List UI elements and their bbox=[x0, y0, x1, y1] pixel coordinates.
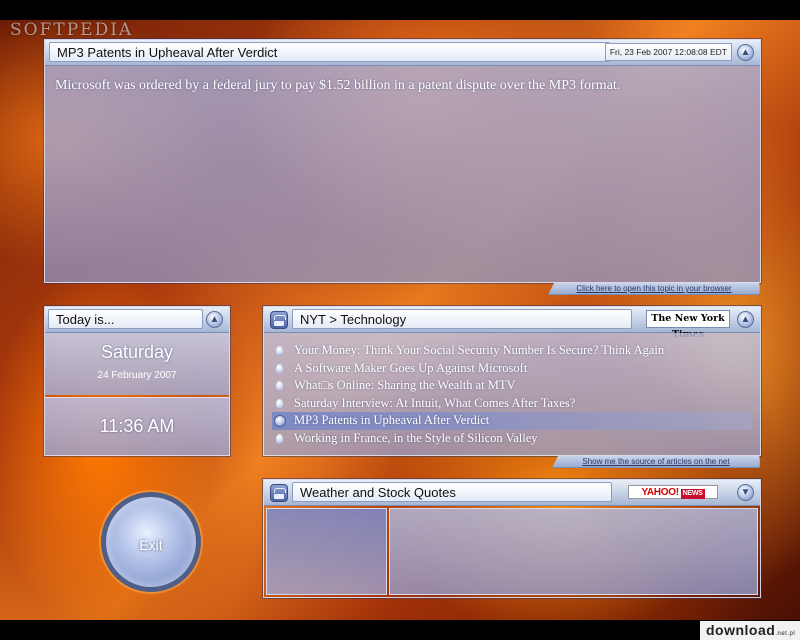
bullet-orb-icon bbox=[274, 415, 286, 428]
weather-panel-header: Weather and Stock Quotes YAHOO! NEWS ▼ bbox=[264, 480, 760, 506]
bottom-letterbox bbox=[0, 620, 800, 640]
nyt-title: NYT > Technology bbox=[292, 309, 632, 329]
news-item[interactable]: A Software Maker Goes Up Against Microso… bbox=[272, 360, 752, 378]
bullet-orb-icon bbox=[276, 346, 283, 356]
article-body: Microsoft was ordered by a federal jury … bbox=[45, 66, 760, 282]
news-item[interactable]: Working in France, in the Style of Silic… bbox=[272, 430, 752, 448]
news-item[interactable]: Saturday Interview: At Intuit, What Come… bbox=[272, 395, 752, 413]
full-date: 24 February 2007 bbox=[97, 370, 177, 381]
exit-button[interactable]: Exit bbox=[101, 492, 201, 592]
exit-label: Exit bbox=[139, 537, 163, 553]
up-arrow-icon: ▲ bbox=[740, 314, 751, 325]
today-collapse-button[interactable]: ▲ bbox=[206, 311, 223, 328]
nyt-logo: The New York Times bbox=[646, 310, 730, 340]
time-section: 11:36 AM bbox=[45, 397, 229, 455]
weather-title: Weather and Stock Quotes bbox=[292, 482, 612, 502]
down-arrow-icon: ▼ bbox=[740, 487, 751, 498]
date-section: Saturday 24 February 2007 bbox=[45, 333, 229, 395]
bullet-orb-icon bbox=[276, 433, 283, 444]
news-item-label: Your Money: Think Your Social Security N… bbox=[294, 343, 665, 357]
news-item-label: Saturday Interview: At Intuit, What Come… bbox=[294, 395, 576, 410]
nyt-panel-header: NYT > Technology The New York Times ▲ bbox=[264, 307, 760, 340]
article-panel: MP3 Patents in Upheaval After Verdict Fr… bbox=[44, 39, 761, 295]
weather-details-area bbox=[389, 508, 758, 595]
today-panel: Today is... ▲ Saturday 24 February 2007 … bbox=[44, 306, 230, 456]
news-item-label: What□s Online: Sharing the Wealth at MTV bbox=[294, 378, 516, 393]
article-title: MP3 Patents in Upheaval After Verdict bbox=[49, 42, 610, 62]
clock-time: 11:36 AM bbox=[99, 416, 175, 436]
nyt-collapse-button[interactable]: ▲ bbox=[737, 311, 754, 328]
weather-icon-area bbox=[266, 508, 387, 595]
yahoo-logo-text: YAHOO! bbox=[641, 487, 679, 498]
nyt-body: Your Money: Think Your Social Security N… bbox=[264, 333, 760, 455]
article-summary: Microsoft was ordered by a federal jury … bbox=[55, 78, 621, 93]
download-logo-brand: download bbox=[706, 622, 776, 638]
weather-expand-button[interactable]: ▼ bbox=[737, 484, 754, 501]
up-arrow-icon: ▲ bbox=[740, 47, 751, 58]
up-arrow-icon: ▲ bbox=[209, 314, 220, 325]
article-collapse-button[interactable]: ▲ bbox=[737, 44, 754, 61]
article-date: Fri, 23 Feb 2007 12:08:08 EDT bbox=[604, 43, 732, 61]
news-item[interactable]: What□s Online: Sharing the Wealth at MTV bbox=[272, 377, 752, 395]
news-item[interactable]: Your Money: Think Your Social Security N… bbox=[272, 342, 752, 360]
show-source-link[interactable]: Show me the source of articles on the ne… bbox=[552, 456, 760, 468]
yahoo-logo-news: NEWS bbox=[680, 489, 705, 499]
yahoo-news-logo: YAHOO! NEWS bbox=[628, 485, 718, 499]
download-logo-suffix: .net.pl bbox=[775, 631, 796, 637]
today-panel-header: Today is... ▲ bbox=[45, 307, 229, 333]
nyt-panel: NYT > Technology The New York Times ▲ Yo… bbox=[263, 306, 761, 468]
today-title: Today is... bbox=[48, 309, 203, 329]
news-item-label: A Software Maker Goes Up Against Microso… bbox=[294, 360, 528, 375]
bullet-orb-icon bbox=[276, 363, 283, 374]
news-item-label: MP3 Patents in Upheaval After Verdict bbox=[294, 413, 490, 428]
softpedia-watermark: SOFTPEDIA bbox=[10, 20, 134, 40]
article-panel-header: MP3 Patents in Upheaval After Verdict Fr… bbox=[45, 40, 760, 66]
rss-feed-icon[interactable] bbox=[270, 484, 288, 502]
top-letterbox bbox=[0, 0, 800, 20]
day-name: Saturday bbox=[100, 342, 174, 362]
rss-feed-icon[interactable] bbox=[270, 311, 288, 329]
news-item-label: Working in France, in the Style of Silic… bbox=[294, 430, 538, 445]
open-topic-link[interactable]: Click here to open this topic in your br… bbox=[548, 283, 760, 295]
bullet-orb-icon bbox=[276, 381, 283, 392]
download-logo: download.net.pl bbox=[700, 621, 800, 640]
bullet-orb-icon bbox=[276, 398, 283, 409]
news-item-selected[interactable]: MP3 Patents in Upheaval After Verdict bbox=[272, 412, 752, 430]
weather-panel: Weather and Stock Quotes YAHOO! NEWS ▼ bbox=[263, 479, 761, 598]
news-list: Your Money: Think Your Social Security N… bbox=[272, 342, 752, 448]
